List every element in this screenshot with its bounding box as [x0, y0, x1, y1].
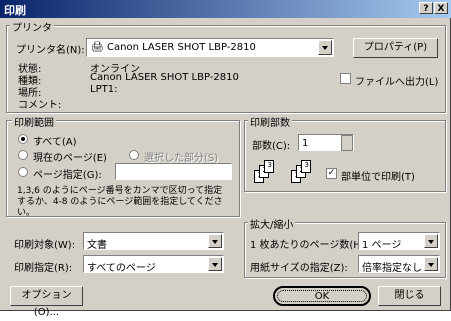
type-value: Canon LASER SHOT LBP-2810	[90, 72, 239, 83]
options-button[interactable]: オプション(O)...	[10, 286, 83, 318]
printer-icon: 🖨	[91, 42, 104, 53]
printer-name-label: プリンタ名(N):	[16, 45, 85, 56]
range-all-label: すべて(A)	[33, 137, 77, 148]
copies-group-label: 印刷部数	[248, 114, 292, 129]
chevron-down-icon[interactable]	[208, 257, 222, 271]
close-window-button[interactable]: X	[434, 2, 448, 14]
chevron-down-icon[interactable]	[208, 234, 222, 248]
range-selection-label: 選択した部分(S)	[144, 153, 219, 164]
print-dialog: 印刷 ? X プリンタ プリンタ名(N): 🖨 Canon LASER SHOT…	[0, 0, 451, 318]
page-range-label: 印刷範囲	[12, 114, 56, 129]
chevron-down-icon[interactable]	[424, 257, 438, 271]
comment-label: コメント:	[18, 100, 62, 111]
range-current-label: 現在のページ(E)	[33, 153, 107, 164]
print-label: 印刷指定(R):	[14, 263, 73, 274]
range-all-radio[interactable]	[18, 134, 28, 144]
window-title: 印刷	[4, 4, 26, 17]
pages-per-sheet-label: 1 枚あたりのページ数(H):	[250, 240, 369, 251]
pages-per-sheet-select[interactable]: 1 ページ	[358, 232, 440, 251]
pages-per-sheet-value: 1 ページ	[362, 240, 402, 251]
collate-checkbox[interactable]: ✓	[326, 168, 337, 179]
pages-input[interactable]	[115, 163, 232, 180]
print-to-file-checkbox[interactable]	[340, 73, 351, 84]
help-button[interactable]: ?	[419, 2, 433, 14]
zoom-group-label: 拡大/縮小	[248, 216, 296, 231]
range-pages-label: ページ指定(G):	[33, 170, 102, 181]
print-what-select[interactable]: 文書	[83, 232, 224, 251]
print-what-value: 文書	[87, 240, 107, 251]
printer-name-value: Canon LASER SHOT LBP-2810	[107, 42, 256, 53]
page-icon-3: 3	[264, 160, 274, 173]
close-button[interactable]: 閉じる	[378, 286, 441, 306]
page-icon-3b: 3	[301, 160, 311, 173]
print-value: すべてのページ	[87, 263, 156, 274]
where-value: LPT1:	[90, 84, 118, 95]
print-select[interactable]: すべてのページ	[83, 255, 224, 274]
range-pages-radio[interactable]	[18, 167, 28, 177]
properties-button[interactable]: プロパティ(P)	[353, 38, 438, 58]
print-to-file-label: ファイルへ出力(L)	[355, 77, 439, 88]
paper-size-value: 倍率指定なし	[362, 263, 422, 274]
collate-label: 部単位で印刷(T)	[341, 172, 415, 183]
copies-count-input[interactable]: 1	[298, 134, 354, 151]
spinner-icon[interactable]	[341, 135, 353, 151]
ok-button[interactable]: OK	[273, 286, 371, 306]
range-current-radio[interactable]	[18, 150, 28, 160]
title-bar: 印刷 ? X	[0, 0, 451, 18]
copies-count-label: 部数(C):	[252, 141, 291, 152]
chevron-down-icon[interactable]	[318, 40, 332, 55]
range-help-text: 1,3,6 のようにページ番号をカンマで区切って指定するか、4-8 のようにペー…	[17, 186, 223, 218]
print-what-label: 印刷対象(W):	[14, 240, 76, 251]
range-selection-radio	[129, 150, 139, 160]
printer-name-select[interactable]: 🖨 Canon LASER SHOT LBP-2810	[86, 38, 334, 57]
paper-size-label: 用紙サイズの指定(Z):	[250, 263, 348, 274]
printer-group-label: プリンタ	[10, 19, 54, 34]
paper-size-select[interactable]: 倍率指定なし	[358, 255, 440, 274]
chevron-down-icon[interactable]	[424, 234, 438, 248]
copies-count-value: 1	[302, 138, 309, 149]
